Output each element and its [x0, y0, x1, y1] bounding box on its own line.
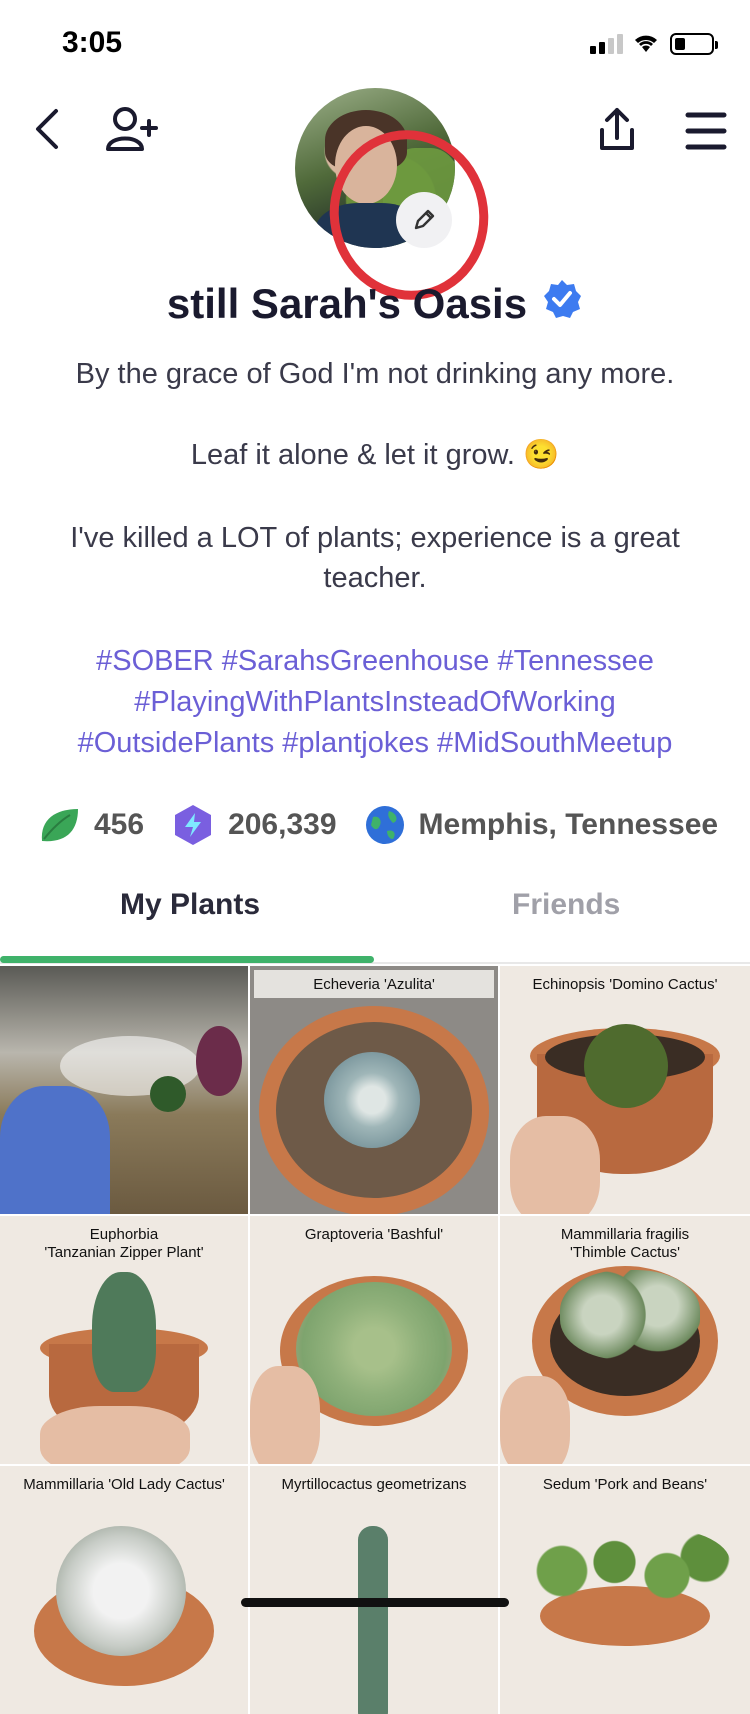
active-tab-indicator — [0, 956, 374, 963]
location: Memphis, Tennessee — [418, 808, 719, 841]
menu-icon[interactable] — [684, 110, 728, 152]
plant-caption: Mammillaria fragilis 'Thimble Cactus' — [560, 1226, 690, 1261]
status-time: 3:05 — [62, 26, 123, 59]
profile-stats: 456 206,339 Memphis, Tennessee — [38, 803, 746, 847]
cellular-signal-icon — [590, 34, 623, 54]
hashtag-line[interactable]: #OutsidePlants #plantjokes #MidSouthMeet… — [20, 723, 730, 764]
plant-caption: Echinopsis 'Domino Cactus' — [532, 976, 718, 993]
hashtags: #SOBER #SarahsGreenhouse #Tennessee #Pla… — [20, 641, 730, 764]
home-indicator — [241, 1598, 509, 1607]
plant-caption: Sedum 'Pork and Beans' — [542, 1476, 708, 1493]
add-friend-icon[interactable] — [104, 104, 160, 154]
hashtag-line[interactable]: #PlayingWithPlantsInsteadOfWorking — [20, 682, 730, 723]
tab-friends[interactable]: Friends — [512, 888, 620, 922]
plant-count: 456 — [94, 808, 145, 841]
points-count: 206,339 — [228, 808, 337, 841]
profile-name-row: still Sarah's Oasis — [0, 278, 750, 330]
bio-line-2: Leaf it alone & let it grow. 😉 — [190, 439, 560, 471]
plant-tile[interactable]: Echeveria 'Azulita' — [250, 966, 498, 1214]
profile-name: still Sarah's Oasis — [166, 280, 528, 327]
plant-tile[interactable]: Mammillaria fragilis 'Thimble Cactus' — [500, 1216, 750, 1464]
lightning-hexagon-icon — [175, 805, 212, 845]
points-stat: 206,339 — [172, 803, 337, 847]
tab-my-plants[interactable]: My Plants — [120, 888, 260, 922]
share-icon[interactable] — [596, 104, 638, 156]
leaf-icon — [41, 809, 78, 842]
plant-caption: Mammillaria 'Old Lady Cactus' — [23, 1476, 225, 1493]
plant-caption: Myrtillocactus geometrizans — [281, 1476, 467, 1493]
bio-line-1: By the grace of God I'm not drinking any… — [75, 358, 675, 390]
plant-caption: Graptoveria 'Bashful' — [304, 1226, 444, 1243]
wifi-icon — [632, 32, 660, 59]
plant-caption: Euphorbia 'Tanzanian Zipper Plant' — [44, 1226, 204, 1261]
plant-tile[interactable]: Graptoveria 'Bashful' — [250, 1216, 498, 1464]
verified-badge-icon — [541, 278, 583, 330]
plant-tile[interactable]: Echinopsis 'Domino Cactus' — [500, 966, 750, 1214]
plant-tile[interactable] — [0, 966, 248, 1214]
plant-caption: Echeveria 'Azulita' — [313, 976, 435, 993]
plant-tile[interactable]: Myrtillocactus geometrizans — [250, 1466, 498, 1714]
globe-icon — [365, 806, 404, 844]
back-chevron-icon[interactable] — [26, 104, 66, 154]
plant-count-stat: 456 — [38, 805, 144, 845]
location-stat: Memphis, Tennessee — [365, 805, 719, 845]
plant-tile[interactable]: Sedum 'Pork and Beans' — [500, 1466, 750, 1714]
bio-line-3: I've killed a LOT of plants; experience … — [70, 522, 680, 594]
hashtag-line[interactable]: #SOBER #SarahsGreenhouse #Tennessee — [20, 641, 730, 682]
battery-icon — [670, 33, 718, 55]
plant-tile[interactable]: Mammillaria 'Old Lady Cactus' — [0, 1466, 248, 1714]
plant-tile[interactable]: Euphorbia 'Tanzanian Zipper Plant' — [0, 1216, 248, 1464]
